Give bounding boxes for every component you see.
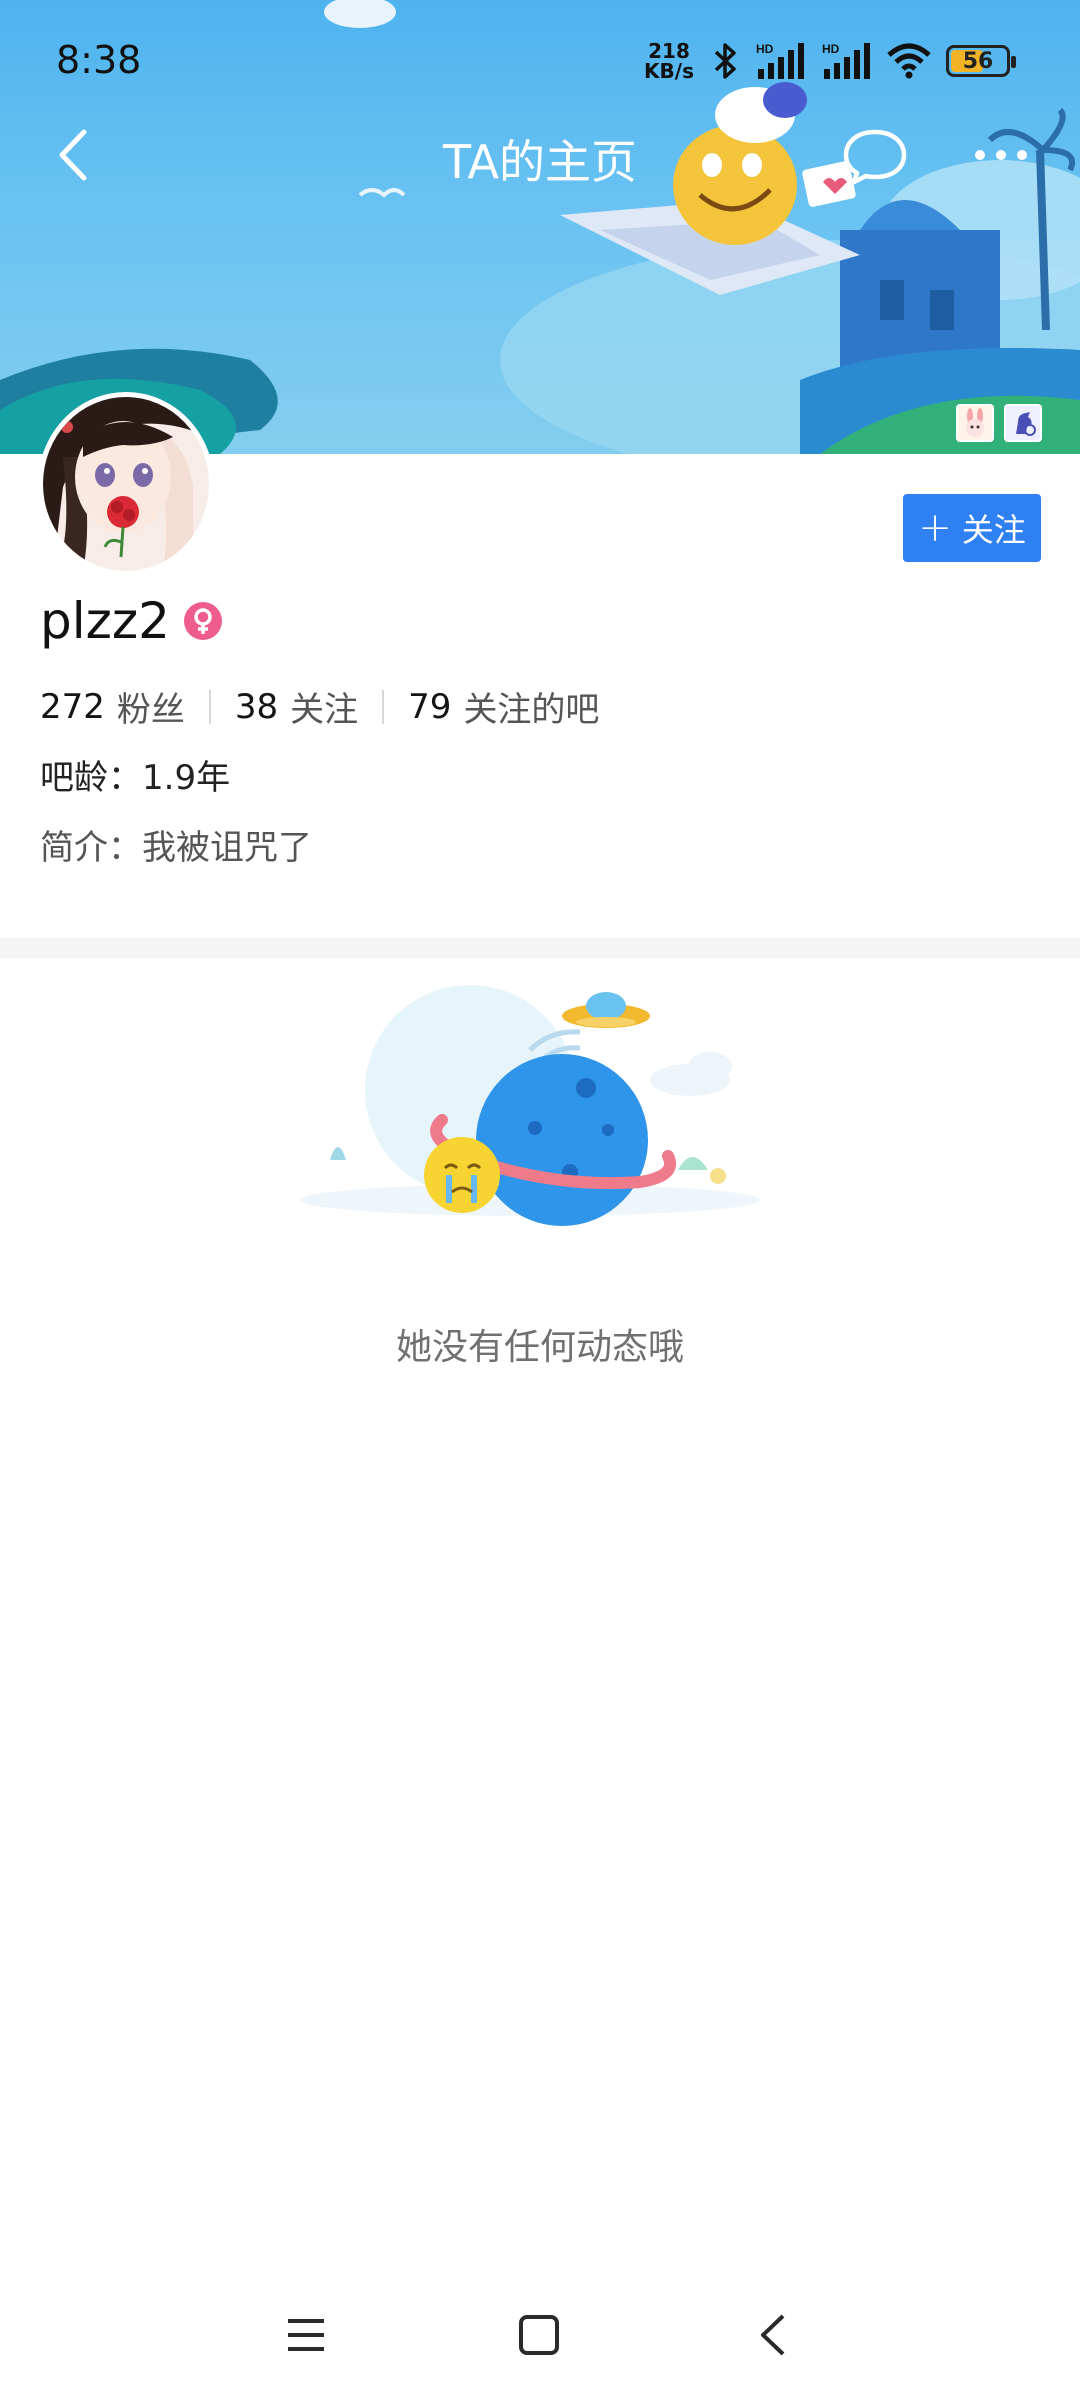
menu-icon [288, 2319, 324, 2351]
bar-age: 吧龄：1.9年 [40, 758, 231, 798]
stat-value: 272 [40, 686, 105, 727]
status-time: 8:38 [56, 38, 142, 82]
more-button[interactable] [970, 130, 1032, 180]
net-speed-value: 218 [648, 39, 690, 63]
status-bar: 8:38 218 KB/s HD HD 56 [0, 0, 1080, 120]
svg-text:HD: HD [756, 42, 774, 56]
back-icon [761, 2314, 785, 2356]
net-speed-unit: KB/s [644, 59, 694, 83]
menu-button[interactable] [271, 2300, 341, 2370]
bluetooth-icon [714, 43, 736, 79]
bio: 简介：我被诅咒了 [40, 828, 312, 868]
rabbit-badge-icon[interactable] [956, 404, 994, 442]
stat-fans[interactable]: 272 粉丝 [40, 682, 185, 731]
follow-button[interactable]: + 关注 [903, 494, 1041, 562]
signal-hd-icon: HD [756, 42, 804, 79]
signal-hd-icon: HD [822, 42, 870, 79]
battery-level: 56 [962, 48, 994, 74]
net-speed: 218 KB/s [642, 41, 696, 81]
rabbit-icon [966, 408, 984, 437]
stat-label: 关注 [290, 690, 359, 730]
stat-label: 关注的吧 [463, 690, 600, 730]
stat-followed-bars[interactable]: 79 关注的吧 [408, 682, 599, 731]
username: plzz2 [40, 592, 170, 650]
stat-value: 38 [234, 686, 279, 727]
avatar-illustration [43, 397, 209, 571]
empty-state-illustration [300, 985, 760, 1226]
system-nav-bar [0, 2290, 1080, 2380]
page-title: TA的主页 [443, 135, 637, 189]
horse-icon [1016, 412, 1036, 436]
stat-following[interactable]: 38 关注 [235, 682, 358, 731]
more-dots-icon [975, 150, 1027, 160]
plus-icon: + [918, 505, 952, 551]
section-divider [0, 938, 1080, 958]
chat-button[interactable] [840, 124, 910, 188]
female-icon [183, 602, 222, 640]
username-row: plzz2 [40, 592, 222, 650]
empty-feed-message: 她没有任何动态哦 [395, 1327, 684, 1368]
svg-text:HD: HD [822, 42, 840, 56]
chat-bubble-icon [843, 129, 907, 185]
profile-stats: 272 粉丝 38 关注 79 关注的吧 [40, 682, 599, 731]
avatar-image [43, 397, 209, 571]
stat-label: 粉丝 [116, 690, 185, 730]
battery-icon: 56 [946, 45, 1016, 77]
home-button[interactable] [504, 2300, 574, 2370]
home-icon [519, 2315, 559, 2355]
wifi-icon [887, 43, 931, 79]
banner-badges [956, 404, 1042, 442]
nav-back-button[interactable] [738, 2300, 808, 2370]
top-nav-bar: TA的主页 [0, 110, 1080, 200]
status-icons: 218 KB/s HD HD 56 [642, 40, 1016, 82]
horse-badge-icon[interactable] [1004, 404, 1042, 442]
stat-divider [208, 689, 211, 724]
profile-banner: 8:38 218 KB/s HD HD 56 TA的主页 [0, 0, 1080, 454]
avatar[interactable] [38, 392, 214, 576]
stat-value: 79 [408, 686, 452, 727]
stat-divider [382, 689, 385, 724]
follow-button-label: 关注 [961, 511, 1026, 549]
